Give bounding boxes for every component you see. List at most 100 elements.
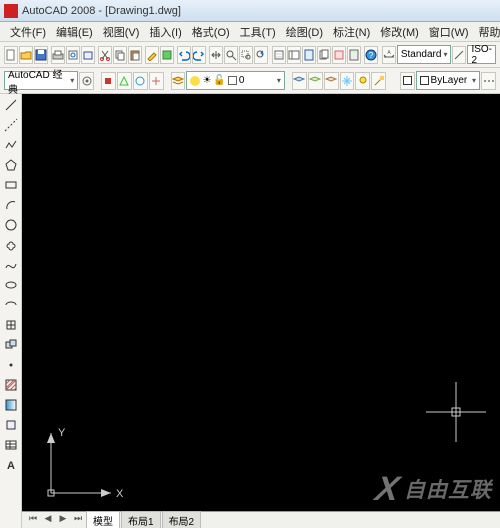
menu-view[interactable]: 视图(V) <box>99 22 144 42</box>
menu-tools[interactable]: 工具(T) <box>236 22 280 42</box>
menu-dimension[interactable]: 标注(N) <box>329 22 374 42</box>
tool-palettes-button[interactable] <box>302 46 316 64</box>
revcloud-tool[interactable] <box>2 236 20 254</box>
table-tool[interactable] <box>2 436 20 454</box>
layer-states-button[interactable] <box>308 72 323 90</box>
block-editor-button[interactable] <box>160 46 174 64</box>
plot-preview-button[interactable] <box>66 46 80 64</box>
plot-button[interactable] <box>51 46 65 64</box>
layer-iso-button[interactable] <box>324 72 339 90</box>
line-tool[interactable] <box>2 96 20 114</box>
menu-modify[interactable]: 修改(M) <box>376 22 423 42</box>
textstyle-value: Standard <box>401 49 442 60</box>
dimstyle-button[interactable] <box>452 46 466 64</box>
menu-insert[interactable]: 插入(I) <box>145 22 185 42</box>
xline-tool[interactable] <box>2 116 20 134</box>
layer-previous-button[interactable] <box>292 72 307 90</box>
layout-tabbar: ⏮ ◀ ▶ ⏭ 模型 布局1 布局2 <box>22 511 500 528</box>
circle-tool[interactable] <box>2 216 20 234</box>
menu-draw[interactable]: 绘图(D) <box>282 22 327 42</box>
layer-match-button[interactable] <box>371 72 386 90</box>
svg-text:A: A <box>7 460 15 472</box>
menu-edit[interactable]: 编辑(E) <box>52 22 97 42</box>
polyline-tool[interactable] <box>2 136 20 154</box>
layer-off-button[interactable] <box>355 72 370 90</box>
workspace-settings-button[interactable] <box>79 72 94 90</box>
gradient-tool[interactable] <box>2 396 20 414</box>
spline-tool[interactable] <box>2 256 20 274</box>
layer-name: 0 <box>239 75 245 86</box>
save-button[interactable] <box>34 46 48 64</box>
tab-model[interactable]: 模型 <box>86 511 120 528</box>
menu-file[interactable]: 文件(F) <box>6 22 50 42</box>
dimstyle-dropdown[interactable]: ISO-2 <box>467 45 496 64</box>
menu-window[interactable]: 窗口(W) <box>425 22 473 42</box>
dimstyle-value: ISO-2 <box>471 44 492 66</box>
layer-properties-button[interactable] <box>171 72 186 90</box>
menu-help[interactable]: 帮助(H) <box>475 22 500 42</box>
osnap-endpoint-button[interactable] <box>101 72 116 90</box>
tab-first-button[interactable]: ⏮ <box>26 513 40 527</box>
calc-button[interactable] <box>347 46 361 64</box>
osnap-center-button[interactable] <box>133 72 148 90</box>
zoom-realtime-button[interactable] <box>224 46 238 64</box>
menu-format[interactable]: 格式(O) <box>188 22 234 42</box>
new-button[interactable] <box>4 46 18 64</box>
osnap-midpoint-button[interactable] <box>117 72 132 90</box>
toolbar-standard: ? A Standard ▾ ISO-2 <box>0 42 500 68</box>
mtext-tool[interactable]: A <box>2 456 20 474</box>
insert-block-tool[interactable] <box>2 316 20 334</box>
copy-button[interactable] <box>113 46 127 64</box>
window-title: AutoCAD 2008 - [Drawing1.dwg] <box>22 5 181 17</box>
paste-button[interactable] <box>128 46 142 64</box>
svg-text:A: A <box>387 50 391 56</box>
sheet-set-button[interactable] <box>317 46 331 64</box>
design-center-button[interactable] <box>287 46 301 64</box>
tab-layout2[interactable]: 布局2 <box>162 511 202 528</box>
ellipse-tool[interactable] <box>2 276 20 294</box>
point-tool[interactable] <box>2 356 20 374</box>
zoom-previous-button[interactable] <box>254 46 268 64</box>
layer-dropdown[interactable]: ☀ 🔓 0 ▾ <box>186 71 284 90</box>
markup-button[interactable] <box>332 46 346 64</box>
dimstyle-icon[interactable]: A <box>382 46 396 64</box>
menubar: 文件(F) 编辑(E) 视图(V) 插入(I) 格式(O) 工具(T) 绘图(D… <box>0 22 500 42</box>
chevron-down-icon: ▾ <box>472 76 476 85</box>
drawing-canvas[interactable]: Y X X 自由互联 ⏮ ◀ ▶ ⏭ 模型 布局1 布局2 <box>22 94 500 528</box>
ellipse-arc-tool[interactable] <box>2 296 20 314</box>
region-tool[interactable] <box>2 416 20 434</box>
pan-button[interactable] <box>209 46 223 64</box>
help-button[interactable]: ? <box>364 46 378 64</box>
publish-button[interactable] <box>81 46 95 64</box>
polygon-tool[interactable] <box>2 156 20 174</box>
main-area: A Y X X 自由互联 ⏮ ◀ ▶ ⏭ 模型 布局1 布局2 <box>0 94 500 528</box>
properties-button[interactable] <box>272 46 286 64</box>
open-button[interactable] <box>19 46 33 64</box>
arc-tool[interactable] <box>2 196 20 214</box>
watermark: X 自由互联 <box>376 474 492 504</box>
zoom-window-button[interactable] <box>239 46 253 64</box>
tab-next-button[interactable]: ▶ <box>56 513 70 527</box>
undo-button[interactable] <box>177 46 191 64</box>
match-properties-button[interactable] <box>145 46 159 64</box>
tab-layout1[interactable]: 布局1 <box>121 511 161 528</box>
workspace-value: AutoCAD 经典 <box>8 66 68 96</box>
redo-button[interactable] <box>192 46 206 64</box>
osnap-node-button[interactable] <box>149 72 164 90</box>
linetype-icon[interactable] <box>481 72 496 90</box>
tab-last-button[interactable]: ⏭ <box>71 513 85 527</box>
textstyle-dropdown[interactable]: Standard ▾ <box>397 45 452 64</box>
make-block-tool[interactable] <box>2 336 20 354</box>
svg-text:?: ? <box>368 51 373 60</box>
titlebar: AutoCAD 2008 - [Drawing1.dwg] <box>0 0 500 22</box>
hatch-tool[interactable] <box>2 376 20 394</box>
tab-prev-button[interactable]: ◀ <box>41 513 55 527</box>
rectangle-tool[interactable] <box>2 176 20 194</box>
color-dropdown[interactable]: ByLayer ▾ <box>416 71 481 90</box>
color-control-icon[interactable] <box>400 72 415 90</box>
layer-freeze-button[interactable] <box>340 72 355 90</box>
ucs-y-label: Y <box>58 427 66 439</box>
cut-button[interactable] <box>98 46 112 64</box>
workspace-dropdown[interactable]: AutoCAD 经典 ▾ <box>4 71 78 90</box>
chevron-down-icon: ▾ <box>70 76 74 85</box>
